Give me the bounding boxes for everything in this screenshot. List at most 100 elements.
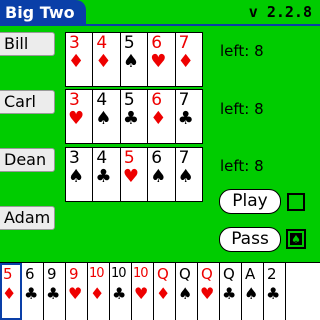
card-rank: Q — [179, 265, 191, 283]
card-suit-icon: ♠ — [150, 166, 167, 187]
hand-card[interactable]: A ♠ — [242, 263, 264, 320]
card-deck-icon: ♠ — [285, 228, 307, 250]
card-rank: 6 — [151, 90, 163, 110]
card-suit-icon: ♥ — [200, 284, 215, 303]
opponent-card: 5 ♠ — [120, 33, 149, 86]
hand-card-selected[interactable]: 5 ♦ — [0, 263, 22, 320]
opponent-name-carl: Carl — [0, 90, 55, 114]
card-rank: 10 — [89, 266, 105, 281]
card-suit-icon: ♠ — [177, 166, 194, 187]
card-suit-icon: ♣ — [46, 284, 61, 303]
opponent-card: 6 ♦ — [148, 90, 176, 143]
card-rank: Q — [157, 265, 169, 283]
card-suit-icon: ♣ — [95, 166, 112, 187]
version-label: v 2.2.8 — [248, 3, 312, 21]
card-suit-icon: ♣ — [122, 108, 139, 129]
opponent-hand-carl: 3 ♥ 4 ♠ 5 ♣ 6 ♦ 7 ♣ — [65, 89, 203, 144]
hand-card[interactable]: 10 ♦ — [88, 263, 110, 320]
card-rank: 5 — [123, 33, 135, 53]
card-rank: 4 — [96, 148, 108, 168]
opponent-card: 7 ♠ — [175, 148, 203, 201]
opponent-name-dean: Dean — [0, 148, 55, 172]
player-hand: 5 ♦ 6 ♣ 9 ♣ 9 ♥ 10 ♦ 10 ♣ 10 ♥ Q ♦ Q ♠ Q ♥ Q ♣ A ♠ 2 ♣ — [0, 262, 320, 320]
hand-card[interactable]: Q ♥ — [198, 263, 220, 320]
opponent-card: 5 ♣ — [120, 90, 149, 143]
card-suit-icon: ♣ — [177, 108, 194, 129]
card-suit-icon: ♦ — [177, 51, 194, 72]
opponent-card: 4 ♦ — [93, 33, 121, 86]
card-rank: 3 — [69, 148, 80, 168]
card-rank: 10 — [133, 266, 149, 281]
cards-left-bill: left: 8 — [220, 42, 264, 60]
card-rank: 7 — [178, 90, 190, 110]
card-suit-icon: ♣ — [222, 284, 237, 303]
hand-card[interactable]: 2 ♣ — [264, 263, 286, 320]
card-rank: 2 — [267, 265, 277, 283]
opponent-card: 3 ♠ — [66, 148, 94, 201]
card-suit-icon: ♠ — [178, 284, 193, 303]
hand-card[interactable]: 9 ♣ — [44, 263, 66, 320]
hand-card[interactable]: Q ♠ — [176, 263, 198, 320]
card-rank: 7 — [178, 148, 190, 168]
opponent-card: 6 ♠ — [148, 148, 176, 201]
card-suit-icon: ♦ — [90, 284, 105, 303]
card-suit-icon: ♦ — [68, 51, 85, 72]
card-rank: 6 — [151, 148, 163, 168]
pass-button[interactable]: Pass — [219, 227, 281, 252]
empty-checkbox-icon[interactable] — [287, 193, 305, 211]
hand-card[interactable]: 10 ♥ — [132, 263, 154, 320]
card-suit-icon: ♣ — [24, 284, 39, 303]
card-rank: 5 — [123, 148, 135, 168]
player-name-adam: Adam — [0, 206, 55, 230]
svg-text:♠: ♠ — [291, 233, 301, 246]
card-suit-icon: ♥ — [150, 51, 167, 72]
hand-card[interactable]: 9 ♥ — [66, 263, 88, 320]
hand-card[interactable]: 10 ♣ — [110, 263, 132, 320]
card-suit-icon: ♦ — [95, 51, 112, 72]
opponent-name-bill: Bill — [0, 32, 55, 56]
app-title-tab[interactable]: Big Two — [0, 0, 86, 26]
card-suit-icon: ♥ — [134, 284, 149, 303]
card-suit-icon: ♦ — [156, 284, 171, 303]
card-rank: A — [245, 265, 256, 283]
card-suit-icon: ♣ — [266, 284, 281, 303]
opponent-hand-bill: 3 ♦ 4 ♦ 5 ♠ 6 ♥ 7 ♦ — [65, 32, 203, 87]
opponent-card: 4 ♣ — [93, 148, 121, 201]
hand-card[interactable]: 6 ♣ — [22, 263, 44, 320]
card-suit-icon: ♦ — [2, 284, 17, 303]
opponent-hand-dean: 3 ♠ 4 ♣ 5 ♥ 6 ♠ 7 ♠ — [65, 147, 203, 202]
opponent-card: 7 ♦ — [175, 33, 203, 86]
card-suit-icon: ♣ — [112, 284, 127, 303]
opponent-card: 3 ♦ — [66, 33, 94, 86]
opponent-card: 3 ♥ — [66, 90, 94, 143]
card-rank: Q — [223, 265, 235, 283]
hand-card[interactable]: Q ♦ — [154, 263, 176, 320]
card-rank: 7 — [178, 33, 190, 53]
card-rank: 9 — [47, 265, 57, 283]
card-rank: 6 — [151, 33, 163, 53]
play-button[interactable]: Play — [219, 189, 281, 214]
card-rank: 6 — [25, 265, 35, 283]
card-suit-icon: ♠ — [95, 108, 112, 129]
card-rank: 3 — [69, 33, 80, 53]
card-suit-icon: ♥ — [122, 166, 139, 187]
cards-left-dean: left: 8 — [220, 157, 264, 175]
opponent-card: 4 ♠ — [93, 90, 121, 143]
card-rank: 9 — [69, 265, 79, 283]
opponent-card: 5 ♥ — [120, 148, 149, 201]
card-rank: 10 — [111, 266, 127, 281]
cards-left-carl: left: 8 — [220, 100, 264, 118]
card-rank: 5 — [3, 265, 13, 283]
card-suit-icon: ♠ — [122, 51, 139, 72]
card-suit-icon: ♠ — [244, 284, 259, 303]
hand-card[interactable]: Q ♣ — [220, 263, 242, 320]
opponent-card: 7 ♣ — [175, 90, 203, 143]
opponent-card: 6 ♥ — [148, 33, 176, 86]
card-suit-icon: ♦ — [150, 108, 167, 129]
card-suit-icon: ♠ — [68, 166, 85, 187]
card-suit-icon: ♥ — [68, 284, 83, 303]
card-suit-icon: ♥ — [68, 108, 85, 129]
card-rank: 3 — [69, 90, 80, 110]
card-rank: 5 — [123, 90, 135, 110]
card-rank: 4 — [96, 33, 108, 53]
